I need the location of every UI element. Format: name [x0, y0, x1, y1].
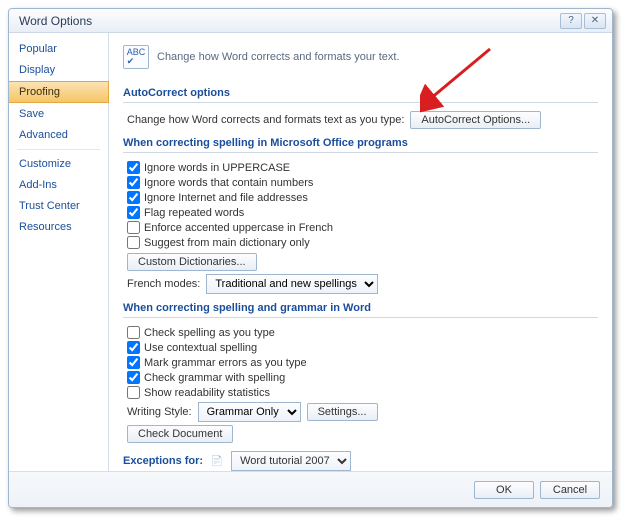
- chk-flag-repeated[interactable]: [127, 206, 140, 219]
- chk-enforce-accented[interactable]: [127, 221, 140, 234]
- section-exceptions-head: Exceptions for: 📄 Word tutorial 2007: [123, 449, 598, 471]
- footer: OK Cancel: [9, 471, 612, 507]
- autocorrect-row: Change how Word corrects and formats tex…: [127, 111, 598, 129]
- intro-text: Change how Word corrects and formats you…: [157, 51, 400, 63]
- chk-contextual[interactable]: [127, 341, 140, 354]
- sidebar-item-popular[interactable]: Popular: [9, 39, 108, 59]
- cancel-button[interactable]: Cancel: [540, 481, 600, 499]
- sidebar-item-resources[interactable]: Resources: [9, 217, 108, 237]
- writing-style-label: Writing Style:: [127, 406, 192, 418]
- chk-check-grammar-spelling[interactable]: [127, 371, 140, 384]
- lbl-ignore-numbers: Ignore words that contain numbers: [144, 177, 313, 189]
- exceptions-doc-select[interactable]: Word tutorial 2007: [231, 451, 351, 471]
- intro-row: ABC✔ Change how Word corrects and format…: [123, 43, 598, 79]
- sidebar-item-save[interactable]: Save: [9, 104, 108, 124]
- body: Popular Display Proofing Save Advanced C…: [9, 33, 612, 471]
- chk-mark-grammar[interactable]: [127, 356, 140, 369]
- close-button[interactable]: ✕: [584, 13, 606, 29]
- autocorrect-options-button[interactable]: AutoCorrect Options...: [410, 111, 541, 129]
- section-autocorrect-title: AutoCorrect options: [123, 85, 598, 103]
- lbl-ignore-uppercase: Ignore words in UPPERCASE: [144, 162, 290, 174]
- sidebar-item-proofing[interactable]: Proofing: [9, 81, 109, 103]
- sidebar-item-addins[interactable]: Add-Ins: [9, 175, 108, 195]
- french-modes-label: French modes:: [127, 278, 200, 290]
- lbl-readability: Show readability statistics: [144, 387, 270, 399]
- lbl-main-dict: Suggest from main dictionary only: [144, 237, 310, 249]
- chk-ignore-numbers[interactable]: [127, 176, 140, 189]
- sidebar-item-trust-center[interactable]: Trust Center: [9, 196, 108, 216]
- exceptions-label: Exceptions for:: [123, 455, 203, 467]
- document-icon: 📄: [209, 454, 225, 468]
- word-options-window: Word Options ? ✕ Popular Display Proofin…: [8, 8, 613, 508]
- chk-ignore-uppercase[interactable]: [127, 161, 140, 174]
- check-document-button[interactable]: Check Document: [127, 425, 233, 443]
- lbl-check-grammar-spelling: Check grammar with spelling: [144, 372, 285, 384]
- french-modes-select[interactable]: Traditional and new spellings: [206, 274, 378, 294]
- lbl-check-spelling-type: Check spelling as you type: [144, 327, 275, 339]
- sidebar-item-display[interactable]: Display: [9, 60, 108, 80]
- help-button[interactable]: ?: [560, 13, 582, 29]
- chk-ignore-internet[interactable]: [127, 191, 140, 204]
- settings-button[interactable]: Settings...: [307, 403, 378, 421]
- ok-button[interactable]: OK: [474, 481, 534, 499]
- sidebar-item-advanced[interactable]: Advanced: [9, 125, 108, 145]
- main-panel: ABC✔ Change how Word corrects and format…: [109, 33, 612, 471]
- sidebar-item-customize[interactable]: Customize: [9, 154, 108, 174]
- section-office-spell-title: When correcting spelling in Microsoft Of…: [123, 135, 598, 153]
- window-title: Word Options: [19, 14, 92, 28]
- lbl-contextual: Use contextual spelling: [144, 342, 257, 354]
- section-word-spell-title: When correcting spelling and grammar in …: [123, 300, 598, 318]
- abc-check-icon: ABC✔: [123, 45, 149, 69]
- titlebar: Word Options ? ✕: [9, 9, 612, 33]
- autocorrect-desc: Change how Word corrects and formats tex…: [127, 114, 404, 126]
- sidebar-separator: [17, 149, 100, 150]
- custom-dictionaries-button[interactable]: Custom Dictionaries...: [127, 253, 257, 271]
- lbl-enforce-accented: Enforce accented uppercase in French: [144, 222, 333, 234]
- sidebar: Popular Display Proofing Save Advanced C…: [9, 33, 109, 471]
- chk-readability[interactable]: [127, 386, 140, 399]
- lbl-flag-repeated: Flag repeated words: [144, 207, 244, 219]
- lbl-ignore-internet: Ignore Internet and file addresses: [144, 192, 308, 204]
- chk-main-dict[interactable]: [127, 236, 140, 249]
- chk-check-spelling-type[interactable]: [127, 326, 140, 339]
- writing-style-select[interactable]: Grammar Only: [198, 402, 301, 422]
- lbl-mark-grammar: Mark grammar errors as you type: [144, 357, 307, 369]
